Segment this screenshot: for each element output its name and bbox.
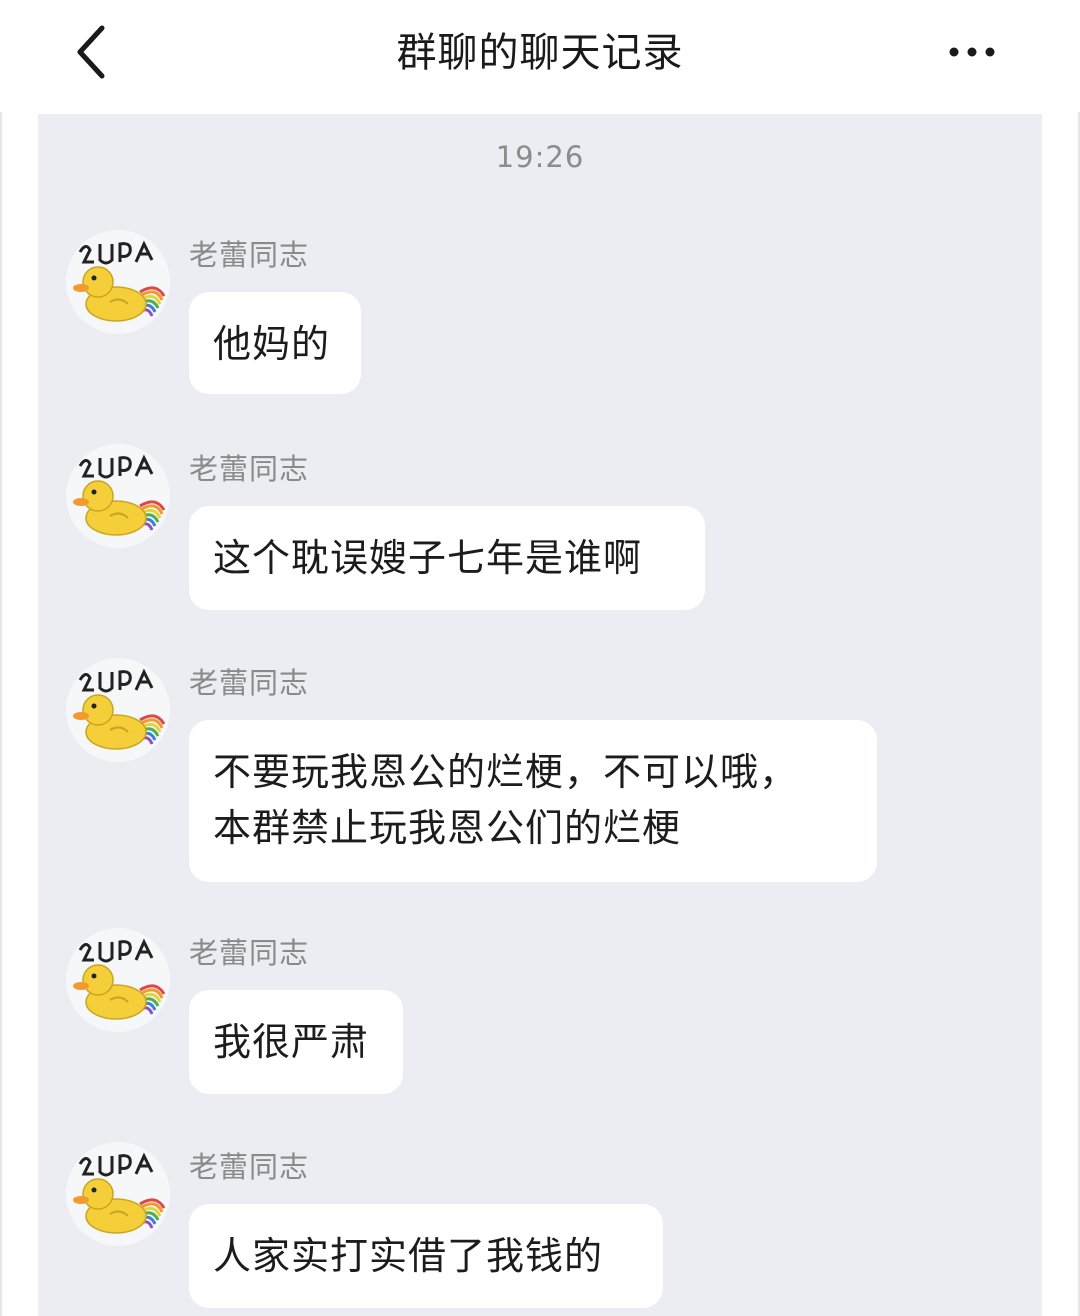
avatar[interactable]	[66, 1142, 170, 1246]
sender-name: 老蕾同志	[189, 936, 310, 970]
sender-name: 老蕾同志	[189, 452, 310, 486]
rubber-duck-avatar-icon	[73, 938, 166, 1020]
avatar[interactable]	[66, 230, 170, 334]
more-options-button[interactable]	[940, 28, 1004, 76]
avatar[interactable]	[66, 658, 170, 762]
sender-name: 老蕾同志	[189, 238, 310, 272]
top-nav-bar: 群聊的聊天记录	[0, 0, 1080, 112]
message-bubble[interactable]: 这个耽误嫂子七年是谁啊	[189, 506, 705, 610]
message-timestamp: 19:26	[495, 140, 585, 174]
avatar[interactable]	[66, 928, 170, 1032]
page-title: 群聊的聊天记录	[396, 30, 684, 76]
message-bubble[interactable]: 他妈的	[189, 292, 361, 394]
rubber-duck-avatar-icon	[73, 240, 166, 322]
message-bubble[interactable]: 我很严肃	[189, 990, 403, 1094]
rubber-duck-avatar-icon	[73, 1152, 166, 1234]
chat-history-area[interactable]: 19:26 老蕾同志 他妈的 老蕾同志 这个耽误嫂子七年是谁啊 老蕾同志 不要玩…	[38, 114, 1042, 1316]
sender-name: 老蕾同志	[189, 1150, 310, 1184]
avatar[interactable]	[66, 444, 170, 548]
more-horizontal-icon	[949, 47, 995, 57]
message-bubble[interactable]: 人家实打实借了我钱的	[189, 1204, 663, 1308]
message-bubble[interactable]: 不要玩我恩公的烂梗，不可以哦， 本群禁止玩我恩公们的烂梗	[189, 720, 877, 882]
rubber-duck-avatar-icon	[73, 454, 166, 536]
rubber-duck-avatar-icon	[73, 668, 166, 750]
sender-name: 老蕾同志	[189, 666, 310, 700]
